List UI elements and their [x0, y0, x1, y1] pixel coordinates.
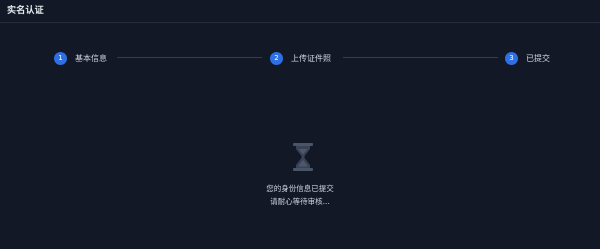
- step-submitted: 3 已提交: [505, 51, 550, 65]
- step-label-upload-id: 上传证件照: [291, 53, 331, 63]
- step-connector-1: [117, 57, 262, 58]
- hourglass-icon: [293, 143, 313, 171]
- step-basic-info: 1 基本信息: [54, 51, 107, 65]
- step-number-2: 2: [270, 51, 283, 65]
- progress-steps: 1 基本信息 2 上传证件照 3 已提交: [0, 0, 600, 80]
- step-number-3: 3: [505, 51, 518, 65]
- status-message-line-2: 请耐心等待审核...: [270, 197, 330, 206]
- status-message-line-1: 您的身份信息已提交: [266, 184, 334, 193]
- step-label-submitted: 已提交: [526, 53, 550, 63]
- step-connector-2: [343, 57, 498, 58]
- step-number-1: 1: [54, 51, 67, 65]
- step-upload-id: 2 上传证件照: [270, 51, 331, 65]
- step-label-basic-info: 基本信息: [75, 53, 107, 63]
